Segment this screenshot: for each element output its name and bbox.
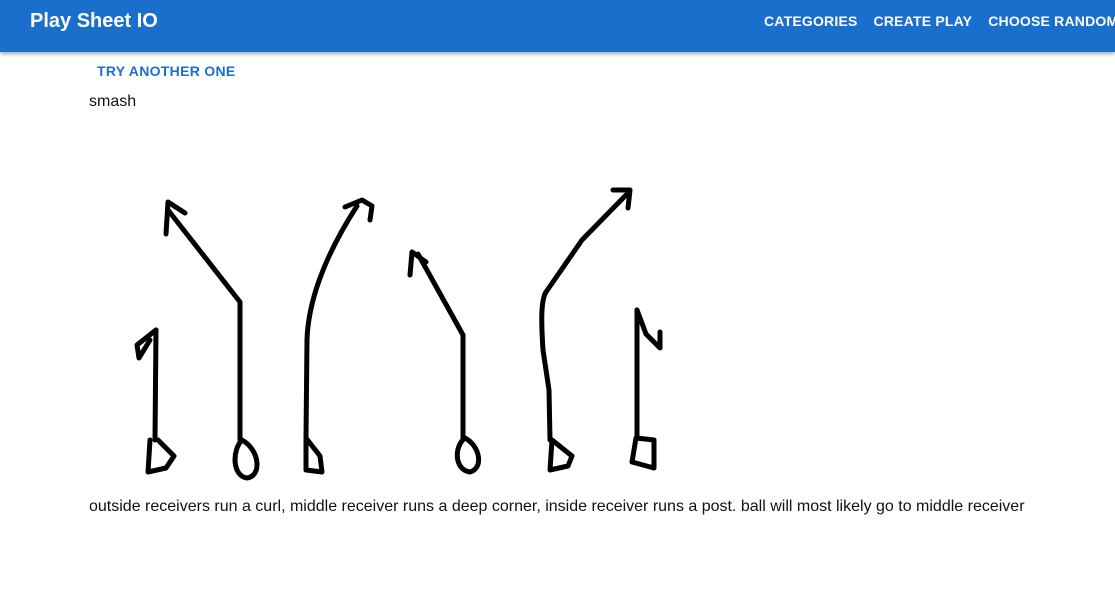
receiver-6-route (629, 307, 663, 471)
app-title[interactable]: Play Sheet IO (30, 10, 158, 33)
receiver-2-route (163, 199, 260, 481)
app-bar: Play Sheet IO CATEGORIES CREATE PLAY CHO… (0, 0, 1115, 52)
receiver-5-route (539, 187, 633, 473)
nav-choose-random-play-button[interactable]: CHOOSE RANDOM PLAY (988, 13, 1115, 29)
receiver-3-route (303, 197, 375, 475)
play-description: outside receivers run a curl, middle rec… (89, 498, 1025, 515)
nav-create-play-button[interactable]: CREATE PLAY (874, 13, 973, 29)
receiver-1-route (134, 327, 177, 475)
nav-menu: CATEGORIES CREATE PLAY CHOOSE RANDOM PLA… (764, 13, 1115, 29)
nav-categories-button[interactable]: CATEGORIES (764, 13, 858, 29)
receiver-4-route (407, 249, 482, 475)
